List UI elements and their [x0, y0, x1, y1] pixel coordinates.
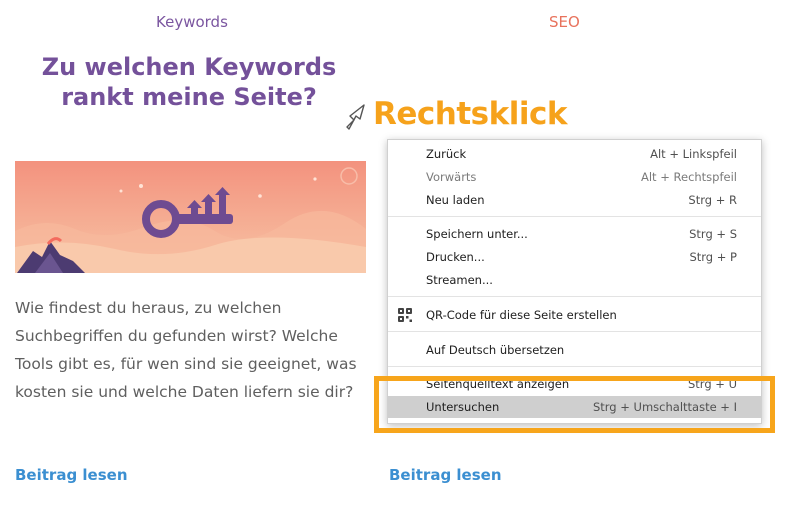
menu-item-qr-code[interactable]: QR-Code für diese Seite erstellen	[388, 304, 761, 326]
article-hero-image[interactable]	[15, 161, 366, 273]
inspect-highlight-frame	[374, 376, 775, 433]
menu-separator	[388, 216, 761, 217]
read-article-link-right[interactable]: Beitrag lesen	[389, 466, 502, 484]
menu-item-back[interactable]: Zurück Alt + Linkspfeil	[388, 143, 761, 165]
menu-separator	[388, 296, 761, 297]
cursor-arrow-icon	[346, 104, 365, 130]
menu-separator	[388, 331, 761, 332]
menu-item-print[interactable]: Drucken... Strg + P	[388, 246, 761, 268]
read-article-link-left[interactable]: Beitrag lesen	[15, 466, 128, 484]
category-seo[interactable]: SEO	[549, 13, 580, 31]
category-keywords[interactable]: Keywords	[156, 13, 228, 31]
menu-item-forward: Vorwärts Alt + Rechtspfeil	[426, 170, 737, 184]
article-title[interactable]: Zu welchen Keywords rankt meine Seite?	[18, 52, 360, 112]
qr-code-icon	[398, 308, 412, 322]
rechtsklick-annotation: Rechtsklick	[373, 96, 567, 132]
menu-item-reload[interactable]: Neu laden Strg + R	[388, 189, 761, 211]
menu-item-save-as[interactable]: Speichern unter... Strg + S	[388, 223, 761, 245]
menu-separator	[388, 366, 761, 367]
menu-item-cast[interactable]: Streamen...	[388, 269, 761, 291]
menu-item-translate[interactable]: Auf Deutsch übersetzen	[388, 339, 761, 361]
article-excerpt: Wie findest du heraus, zu welchen Suchbe…	[15, 299, 357, 401]
